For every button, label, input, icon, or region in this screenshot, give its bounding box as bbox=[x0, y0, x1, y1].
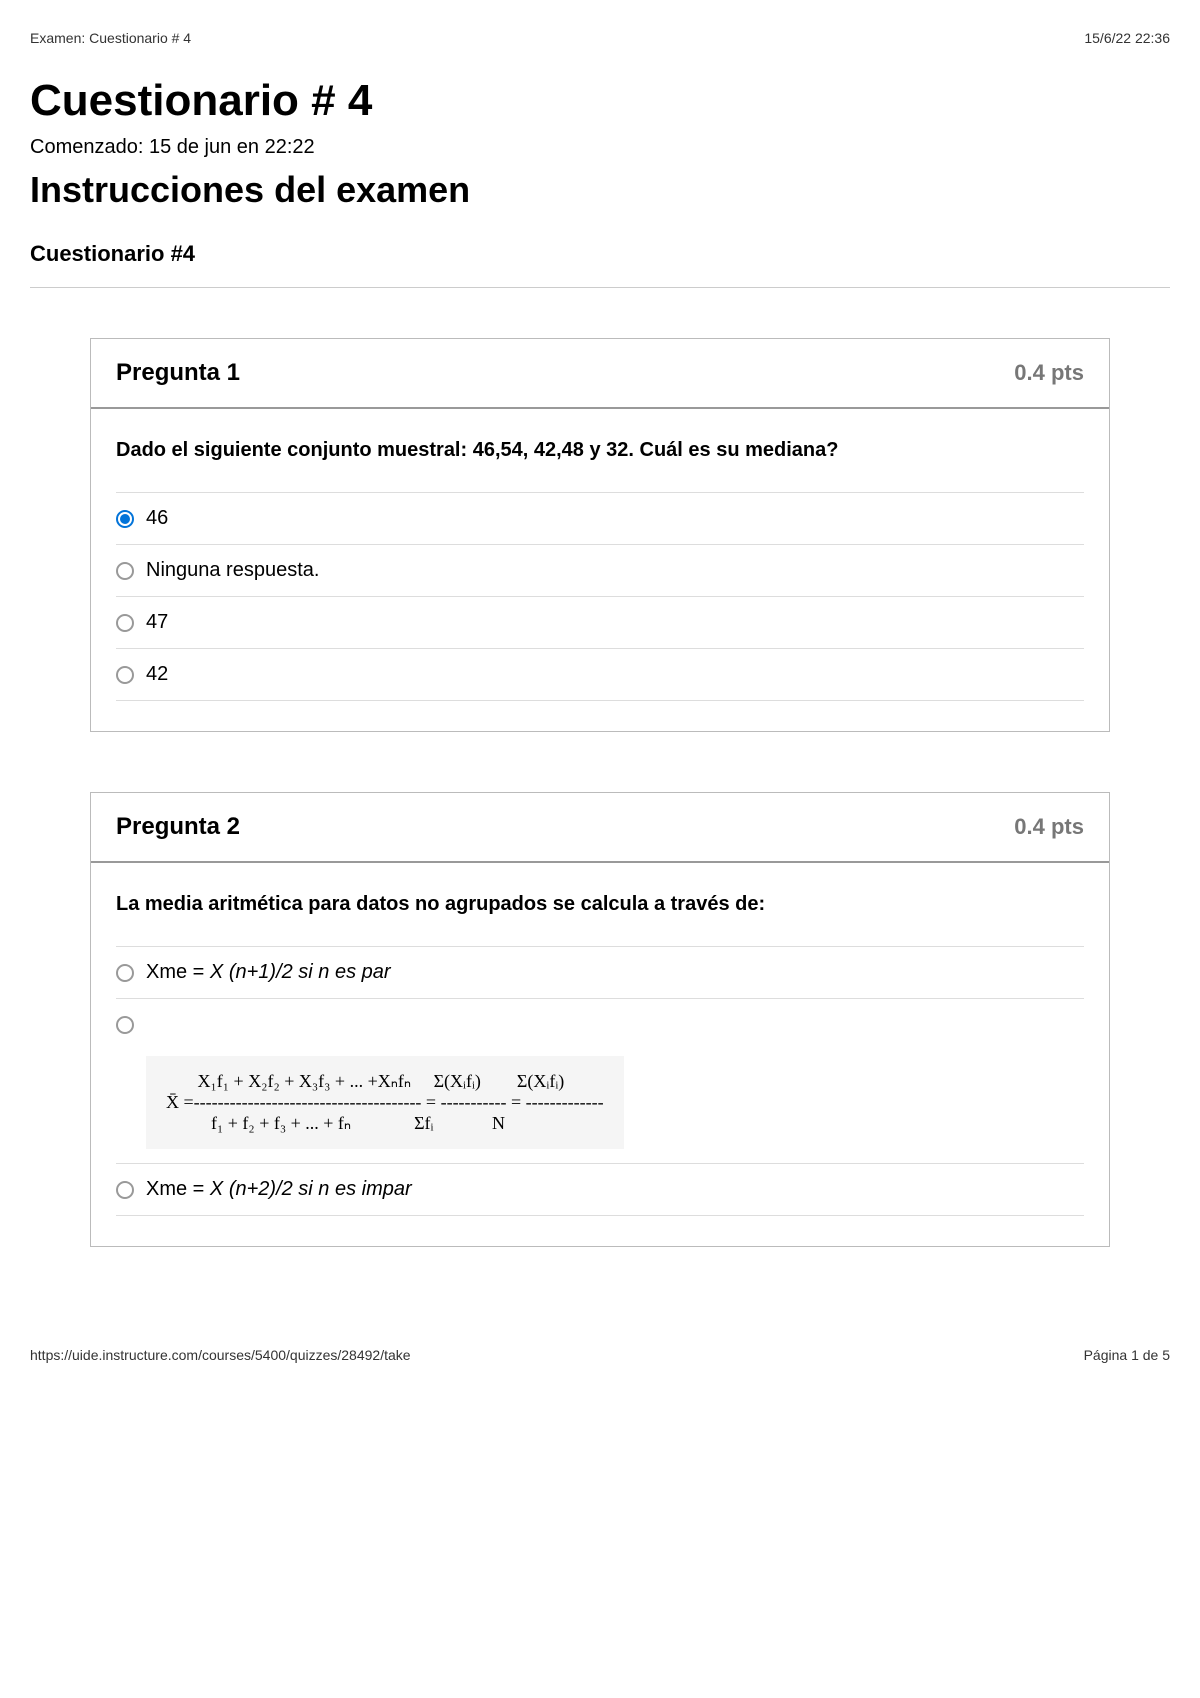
radio-icon[interactable] bbox=[116, 510, 134, 528]
formula-block: X₁f₁ + X₂f₂ + X₃f₃ + ... +Xₙfₙ Σ(Xᵢfᵢ) Σ… bbox=[146, 1056, 624, 1149]
doc-title: Examen: Cuestionario # 4 bbox=[30, 30, 191, 46]
option-label: Xme = X (n+2)/2 si n es impar bbox=[146, 1178, 1084, 1201]
doc-timestamp: 15/6/22 22:36 bbox=[1084, 30, 1170, 46]
question-prompt: La media aritmética para datos no agrupa… bbox=[116, 893, 1084, 916]
quiz-subheading: Cuestionario #4 bbox=[30, 241, 1170, 267]
answer-option[interactable]: 46 bbox=[116, 492, 1084, 544]
question-card: Pregunta 1 0.4 pts Dado el siguiente con… bbox=[90, 338, 1110, 732]
question-points: 0.4 pts bbox=[1014, 814, 1084, 840]
footer-url: https://uide.instructure.com/courses/540… bbox=[30, 1347, 411, 1363]
option-label: Xme = X (n+1)/2 si n es par bbox=[146, 961, 1084, 984]
answer-option[interactable]: Xme = X (n+1)/2 si n es par bbox=[116, 946, 1084, 998]
question-title: Pregunta 2 bbox=[116, 813, 240, 841]
answer-option[interactable]: 42 bbox=[116, 648, 1084, 701]
question-header: Pregunta 2 0.4 pts bbox=[91, 793, 1109, 863]
question-header: Pregunta 1 0.4 pts bbox=[91, 339, 1109, 409]
radio-icon[interactable] bbox=[116, 562, 134, 580]
option-label: Ninguna respuesta. bbox=[146, 559, 1084, 582]
answer-option[interactable]: Xme = X (n+2)/2 si n es impar bbox=[116, 1163, 1084, 1216]
question-points: 0.4 pts bbox=[1014, 360, 1084, 386]
option-label: 46 bbox=[146, 507, 1084, 530]
radio-icon[interactable] bbox=[116, 614, 134, 632]
answer-option[interactable]: 47 bbox=[116, 596, 1084, 648]
question-title: Pregunta 1 bbox=[116, 359, 240, 387]
radio-icon[interactable] bbox=[116, 1016, 134, 1034]
divider bbox=[30, 287, 1170, 288]
answer-option[interactable]: Ninguna respuesta. bbox=[116, 544, 1084, 596]
radio-icon[interactable] bbox=[116, 964, 134, 982]
question-card: Pregunta 2 0.4 pts La media aritmética p… bbox=[90, 792, 1110, 1247]
instructions-heading: Instrucciones del examen bbox=[30, 169, 1170, 211]
quiz-title: Cuestionario # 4 bbox=[30, 76, 1170, 126]
question-prompt: Dado el siguiente conjunto muestral: 46,… bbox=[116, 439, 1084, 462]
option-label: 42 bbox=[146, 663, 1084, 686]
answer-option[interactable]: X₁f₁ + X₂f₂ + X₃f₃ + ... +Xₙfₙ Σ(Xᵢfᵢ) Σ… bbox=[116, 998, 1084, 1163]
started-text: Comenzado: 15 de jun en 22:22 bbox=[30, 136, 1170, 159]
radio-icon[interactable] bbox=[116, 666, 134, 684]
option-label: 47 bbox=[146, 611, 1084, 634]
radio-icon[interactable] bbox=[116, 1181, 134, 1199]
footer-page: Página 1 de 5 bbox=[1084, 1347, 1170, 1363]
